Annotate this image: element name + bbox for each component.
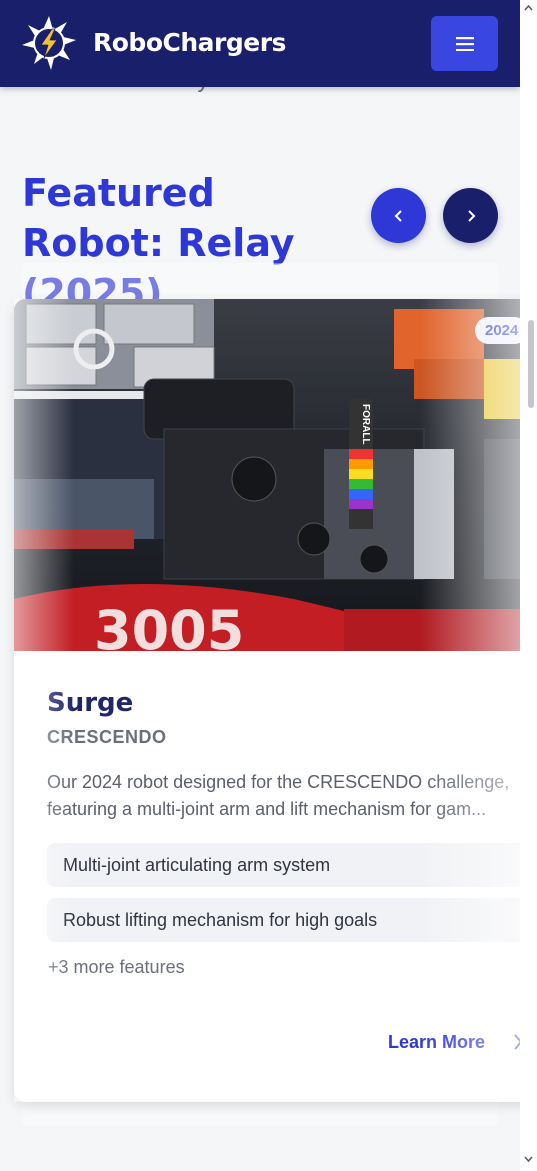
chevron-right-icon[interactable] xyxy=(512,1032,520,1052)
chevron-left-icon xyxy=(394,209,402,222)
scrollbar-thumb[interactable] xyxy=(528,320,534,408)
scroll-up-arrow-icon[interactable] xyxy=(524,4,533,13)
brand-name[interactable]: RoboChargers xyxy=(93,28,286,57)
robochargers-logo-icon[interactable] xyxy=(22,16,76,70)
description-line-2: featuring a multi-joint arm and lift mec… xyxy=(47,799,487,819)
site-header: RoboChargers xyxy=(0,0,520,87)
carousel-next-button[interactable] xyxy=(443,188,498,243)
robot-card[interactable]: FORALL 3005 2024 Surge CRESCENDO Our 202… xyxy=(14,299,520,1102)
carousel-prev-button[interactable] xyxy=(371,188,426,243)
page-scrollbar[interactable] xyxy=(520,0,537,1171)
page: by Team 3005. RoboChargers Featured Robo… xyxy=(0,0,520,1171)
robot-description: Our 2024 robot designed for the CRESCEND… xyxy=(47,769,520,823)
more-features: +3 more features xyxy=(48,957,185,977)
robot-bumper-number: 3005 xyxy=(94,599,244,651)
feature-item: Robust lifting mechanism for high goals xyxy=(47,898,520,942)
robot-sign-text: FORALL xyxy=(360,404,371,445)
scroll-down-arrow-icon[interactable] xyxy=(524,1154,533,1163)
robot-name: Surge xyxy=(47,688,134,718)
year-badge: 2024 xyxy=(475,317,520,344)
menu-button[interactable] xyxy=(431,16,498,71)
learn-more-link[interactable]: Learn More xyxy=(388,1032,485,1053)
chevron-right-icon xyxy=(467,209,475,222)
game-name: CRESCENDO xyxy=(47,727,167,747)
hamburger-icon xyxy=(455,36,474,51)
robot-photo: FORALL 3005 2024 xyxy=(14,299,520,651)
feature-item: Multi-joint articulating arm system xyxy=(47,843,520,887)
description-line-1: Our 2024 robot designed for the CRESCEND… xyxy=(47,772,510,792)
